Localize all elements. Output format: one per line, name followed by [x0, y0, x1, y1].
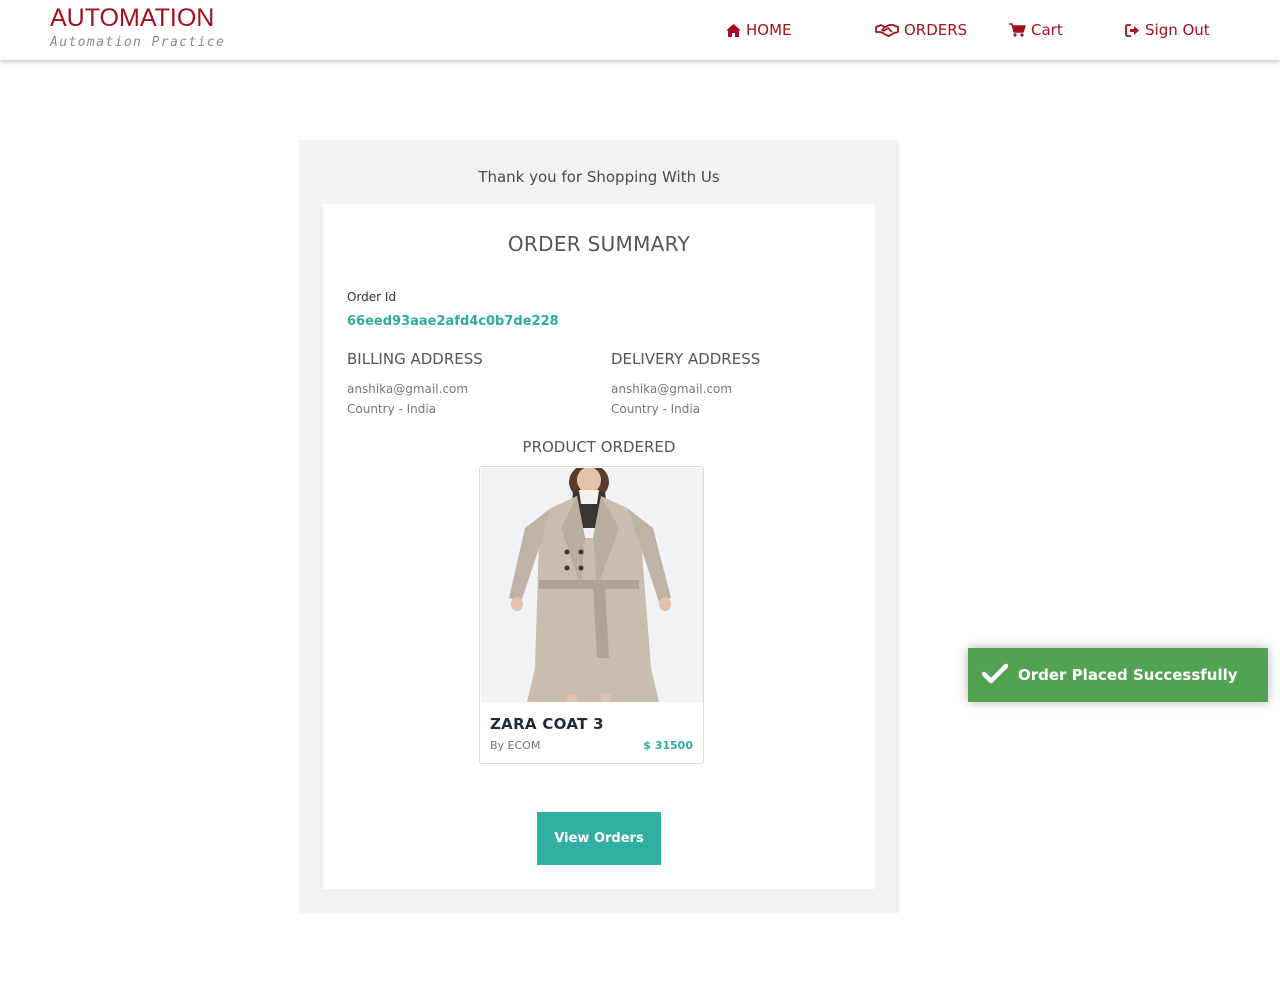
navbar: AUTOMATION Automation Practice HOME ORDE… [0, 0, 1280, 60]
billing-email: anshika@gmail.com [347, 382, 469, 396]
nav-signout-button[interactable]: Sign Out [1125, 19, 1210, 41]
order-confirmation-panel: Thank you for Shopping With Us ORDER SUM… [299, 140, 899, 913]
nav-orders-button[interactable]: ORDERS [875, 19, 967, 41]
nav-orders-label: ORDERS [904, 21, 968, 39]
delivery-email: anshika@gmail.com [611, 382, 733, 396]
coat-product-image [481, 467, 703, 702]
order-id-value: 66eed93aae2afd4c0b7de228 [347, 314, 559, 329]
order-summary-title: ORDER SUMMARY [507, 232, 691, 256]
product-ordered-heading: PRODUCT ORDERED [522, 438, 676, 456]
nav-home-label: HOME [746, 21, 792, 39]
order-summary-card: ORDER SUMMARY Order Id 66eed93aae2afd4c0… [323, 204, 875, 889]
check-icon [982, 663, 1008, 684]
order-id-label: Order Id [347, 290, 397, 304]
product-brand: By ECOM [490, 739, 541, 752]
delivery-country: Country - India [611, 402, 701, 416]
product-name: ZARA COAT 3 [490, 715, 604, 733]
handshake-icon [875, 24, 899, 37]
nav-cart-button[interactable]: Cart [1009, 19, 1063, 41]
delivery-address-heading: DELIVERY ADDRESS [611, 350, 761, 368]
sign-out-icon [1125, 23, 1139, 37]
billing-country: Country - India [347, 402, 437, 416]
cart-icon [1009, 23, 1026, 37]
home-icon [726, 23, 741, 37]
product-card[interactable]: ZARA COAT 3 By ECOM $ 31500 [479, 466, 704, 764]
nav-cart-label: Cart [1031, 21, 1063, 39]
brand-logo[interactable]: AUTOMATION Automation Practice [50, 4, 225, 50]
nav-home-button[interactable]: HOME [726, 19, 792, 41]
thank-you-message: Thank you for Shopping With Us [478, 168, 720, 186]
success-toast[interactable]: Order Placed Successfully [968, 648, 1268, 702]
brand-title: AUTOMATION [50, 4, 215, 32]
brand-subtitle: Automation Practice [50, 35, 226, 50]
product-price: $ 31500 [643, 739, 693, 752]
nav-signout-label: Sign Out [1145, 21, 1210, 39]
billing-address-heading: BILLING ADDRESS [347, 350, 483, 368]
toast-message: Order Placed Successfully [1018, 666, 1238, 684]
view-orders-button[interactable]: View Orders [537, 812, 661, 865]
